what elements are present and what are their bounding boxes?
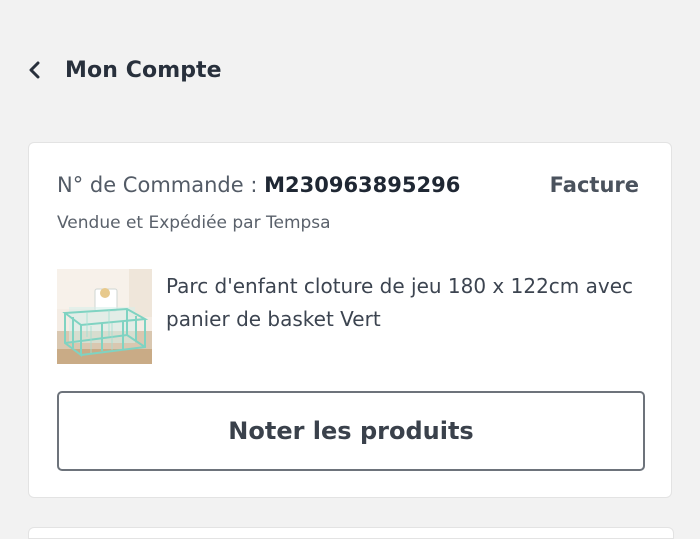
order-number-value: M230963895296 <box>264 173 461 197</box>
product-row[interactable]: Parc d'enfant cloture de jeu 180 x 122cm… <box>57 269 641 364</box>
invoice-link[interactable]: Facture <box>550 173 639 197</box>
product-title[interactable]: Parc d'enfant cloture de jeu 180 x 122cm… <box>166 270 641 336</box>
order-number-label: N° de Commande : <box>57 173 265 197</box>
order-card: N° de Commande : M230963895296 Facture V… <box>28 142 672 498</box>
chevron-left-icon <box>28 59 50 81</box>
next-order-card <box>28 527 674 539</box>
rate-products-button[interactable]: Noter les produits <box>57 391 645 471</box>
order-number: N° de Commande : M230963895296 <box>57 173 460 197</box>
back-label: Mon Compte <box>65 57 222 83</box>
product-thumbnail[interactable] <box>57 269 152 364</box>
seller-info: Vendue et Expédiée par Tempsa <box>57 213 331 233</box>
back-to-account-link[interactable]: Mon Compte <box>28 50 222 90</box>
playpen-product-thumbnail-icon <box>57 269 152 364</box>
order-header: N° de Commande : M230963895296 Facture <box>57 173 639 197</box>
